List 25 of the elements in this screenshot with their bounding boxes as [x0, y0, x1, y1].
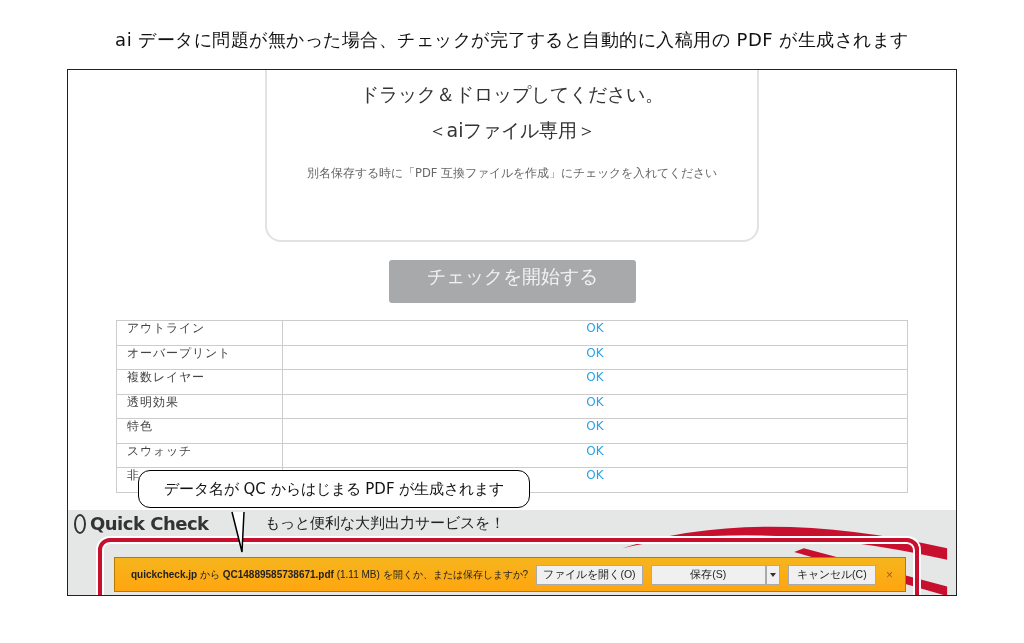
check-result-cell: OK	[282, 394, 908, 419]
logo-icon	[74, 513, 86, 534]
check-result-cell: OK	[282, 369, 908, 394]
caption-text: ai データに問題が無かった場合、チェックが完了すると自動的に入稿用の PDF が生成されます	[114, 28, 910, 52]
download-message: quickcheck.jp から QC14889585738671.pdf (1.11 MB) を開くか、または保存しますか?	[131, 567, 529, 582]
footer-tagline: もっと便利な大判出力サービスを！	[265, 512, 505, 533]
check-item-cell: アウトライン	[116, 320, 283, 345]
check-item-cell: オーバープリント	[116, 345, 283, 370]
check-item-cell: 透明効果	[116, 394, 283, 419]
check-item-cell: 特色	[116, 418, 283, 443]
caret-icon	[769, 572, 776, 577]
save-button[interactable]: 保存(S)	[650, 564, 766, 585]
check-result-cell: OK	[282, 320, 908, 345]
check-result-cell: OK	[282, 345, 908, 370]
check-result-cell: OK	[282, 443, 908, 468]
drop-zone-subtitle: ＜aiファイル専用＞	[427, 118, 597, 143]
logo-text: Quick Check	[90, 513, 209, 534]
check-item-cell: 複数レイヤー	[116, 369, 283, 394]
drop-zone-title: ドラック＆ドロップしてください。	[360, 82, 664, 107]
check-item-cell: スウォッチ	[116, 443, 283, 468]
drop-zone-note: 別名保存する時に「PDF 互換ファイルを作成」にチェックを入れてください	[306, 166, 718, 181]
bar-button[interactable]: キャンセル(C)	[787, 564, 876, 585]
check-result-cell: OK	[282, 418, 908, 443]
bar-button[interactable]: ファイルを開く(O)	[536, 564, 643, 585]
drop-zone[interactable]: ドラック＆ドロップしてください。 ＜aiファイル専用＞ 別名保存する時に「PDF 互換ファイルを作成」にチェックを入れてください	[265, 70, 759, 242]
